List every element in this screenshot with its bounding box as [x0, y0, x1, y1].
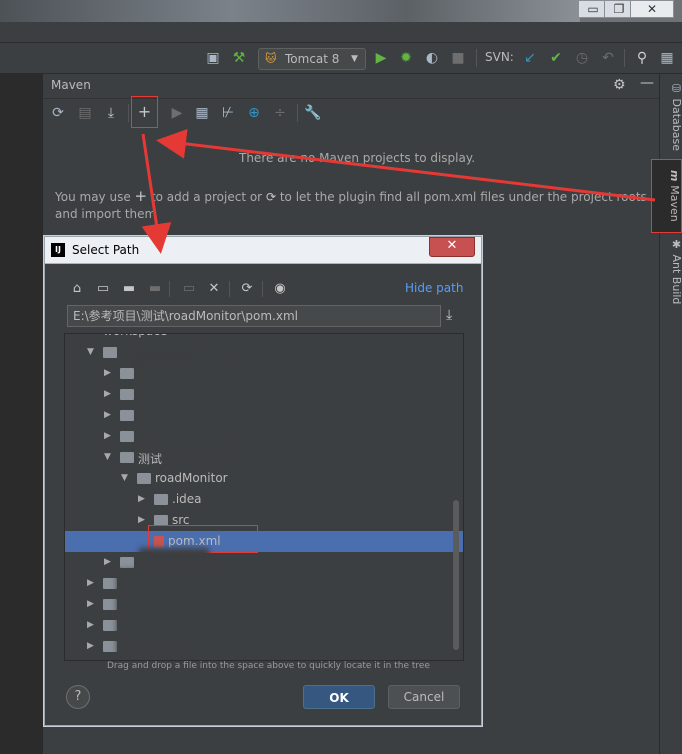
annotation-arrows [141, 128, 656, 254]
annotation-arrow-to-dialog [141, 133, 172, 254]
annotation-arrow-to-plus [156, 128, 656, 202]
